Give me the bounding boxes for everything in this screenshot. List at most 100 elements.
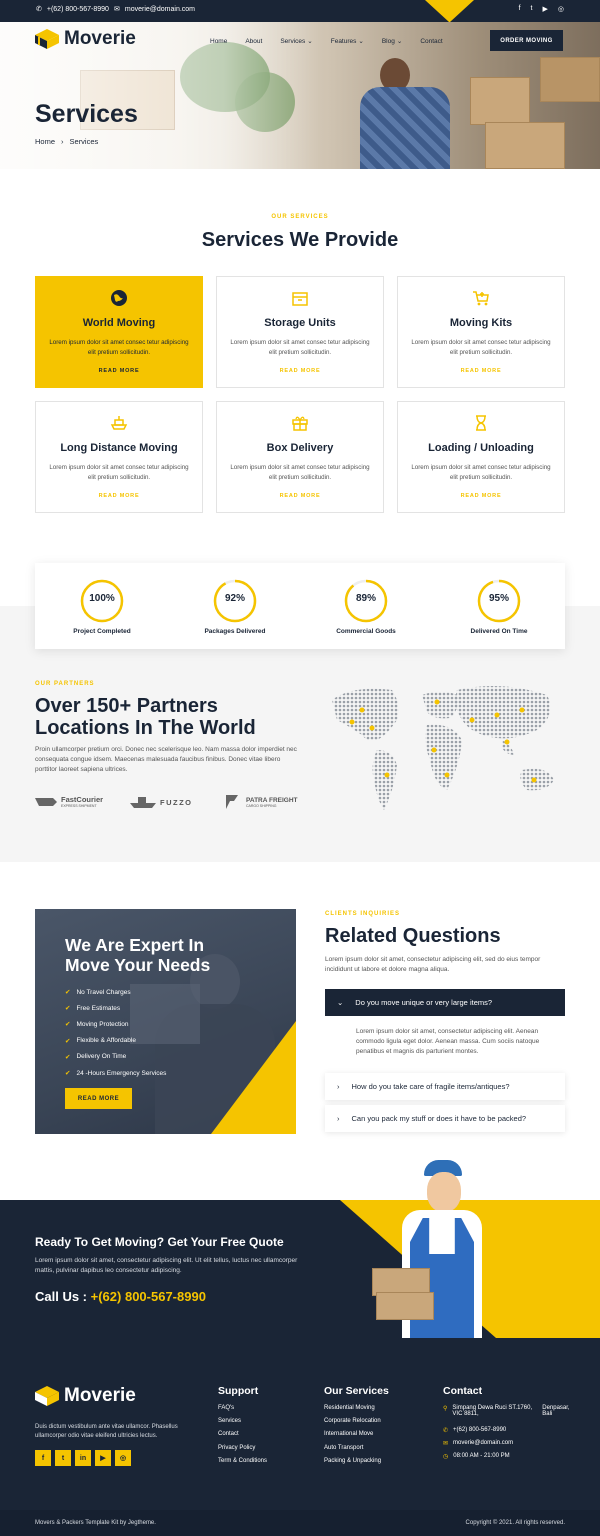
facebook-icon[interactable]: f: [519, 5, 521, 13]
topbar-phone[interactable]: ✆ +(62) 800-567-8990: [36, 5, 109, 14]
service-card[interactable]: World Moving Lorem ipsum dolor sit amet …: [35, 276, 203, 388]
instagram-icon[interactable]: ◎: [115, 1450, 131, 1466]
chevron-down-icon: ⌄: [396, 38, 403, 45]
phone-icon: ✆: [443, 1428, 449, 1434]
footer-link[interactable]: International Move: [324, 1431, 381, 1444]
footer-link[interactable]: Privacy Policy: [218, 1445, 267, 1458]
chevron-right-icon: ›: [61, 137, 64, 146]
partner-logo-patra[interactable]: PATRA FREIGHT CARGO SHIPPING: [224, 795, 298, 809]
twitter-icon[interactable]: t: [531, 5, 533, 13]
faq-question[interactable]: › How do you take care of fragile items/…: [325, 1073, 565, 1100]
services-eyebrow: OUR SERVICES: [271, 214, 329, 220]
footer-support-list: FAQ's Services Contact Privacy Policy Te…: [218, 1405, 267, 1471]
footer-support-title: Support: [218, 1385, 259, 1397]
patra-logo-icon: [226, 795, 238, 809]
footer-logo[interactable]: Moverie: [35, 1385, 136, 1407]
service-card[interactable]: Loading / Unloading Lorem ipsum dolor si…: [397, 401, 565, 513]
stat-item: 92% Packages Delivered: [185, 579, 285, 635]
nav-contact[interactable]: Contact: [420, 37, 442, 45]
partner-logo-fastcourier[interactable]: FastCourier EXPRESS SHIPMENT: [35, 795, 103, 808]
order-moving-button[interactable]: ORDER MOVING: [490, 30, 563, 51]
footer-about: Duis dictum vestibulum ante vitae ullamc…: [35, 1424, 178, 1439]
location-pin-icon: ⚲: [443, 1406, 448, 1412]
clock-icon: ◷: [443, 1454, 449, 1461]
check-icon: ✔: [65, 1005, 71, 1013]
nav-blog[interactable]: Blog ⌄: [382, 37, 403, 46]
breadcrumb-home[interactable]: Home: [35, 137, 55, 146]
footer-link[interactable]: FAQ's: [218, 1405, 267, 1418]
footer-email[interactable]: ✉ moverie@domain.com: [443, 1440, 573, 1453]
footer-address: ⚲ Simpang Dewa Ruci ST.1760, VIC 8811, De…: [443, 1405, 570, 1417]
nav-services[interactable]: Services ⌄: [280, 37, 313, 46]
partners-text: Proin ullamcorper pretium orci. Donec ne…: [35, 746, 297, 773]
topbar-email[interactable]: ✉ moverie@domain.com: [114, 5, 195, 14]
partners-title: Over 150+ Partners Locations In The Worl…: [35, 695, 256, 739]
faq-question-open[interactable]: ⌄ Do you move unique or very large items…: [325, 989, 565, 1016]
cta-call[interactable]: Call Us : +(62) 800-567-8990: [35, 1289, 206, 1304]
gift-icon: [291, 414, 309, 432]
feature-item: ✔ Free Estimates: [65, 1004, 121, 1013]
service-card[interactable]: Moving Kits Lorem ipsum dolor sit amet c…: [397, 276, 565, 388]
footer-link[interactable]: Services: [218, 1418, 267, 1431]
stats-panel: 100% Project Completed 92% Packages Deli…: [35, 563, 565, 649]
nav-about[interactable]: About: [245, 37, 262, 45]
chevron-down-icon: ⌄: [307, 38, 313, 45]
footer-link[interactable]: Contact: [218, 1431, 267, 1444]
read-more-link[interactable]: READ MORE: [217, 368, 383, 374]
footer-contact-title: Contact: [443, 1385, 483, 1397]
cart-icon: [472, 289, 490, 307]
topbar-social: f t ▶ ◎: [519, 5, 564, 13]
check-icon: ✔: [65, 1037, 71, 1045]
globe-icon: [110, 289, 128, 307]
mail-icon: ✉: [114, 6, 120, 13]
ship-logo-icon: [130, 797, 156, 808]
logo-icon: [35, 1386, 59, 1406]
faq-intro: Lorem ipsum dolor sit amet, consectetur …: [325, 956, 541, 973]
logo-icon: [35, 29, 59, 49]
read-more-link[interactable]: READ MORE: [36, 493, 202, 499]
footer-hours: ◷ 08:00 AM - 21:00 PM: [443, 1453, 510, 1461]
service-card[interactable]: Long Distance Moving Lorem ipsum dolor s…: [35, 401, 203, 513]
youtube-icon[interactable]: ▶: [543, 5, 548, 13]
read-more-link[interactable]: READ MORE: [36, 368, 202, 374]
facebook-icon[interactable]: f: [35, 1450, 51, 1466]
footer-link[interactable]: Auto Transport: [324, 1445, 381, 1458]
footer-services-list: Residential Moving Corporate Relocation …: [324, 1405, 381, 1471]
chevron-down-icon: ⌄: [358, 38, 364, 45]
footer-link[interactable]: Packing & Unpacking: [324, 1458, 381, 1471]
footer-services-title: Our Services: [324, 1385, 389, 1397]
instagram-icon[interactable]: ◎: [558, 5, 564, 13]
mover-photo: [372, 1160, 492, 1338]
expert-title: We Are Expert In Move Your Needs: [65, 935, 211, 975]
chevron-right-icon: ›: [337, 1114, 340, 1123]
footer-social: f t in ▶ ◎: [35, 1450, 131, 1466]
ship-icon: [110, 414, 128, 432]
footer-link[interactable]: Term & Conditions: [218, 1458, 267, 1471]
service-card[interactable]: Storage Units Lorem ipsum dolor sit amet…: [216, 276, 384, 388]
feature-item: ✔ No Travel Charges: [65, 988, 131, 997]
mail-icon: ✉: [443, 1441, 449, 1448]
faq-question[interactable]: › Can you pack my stuff or does it have …: [325, 1105, 565, 1132]
service-card[interactable]: Box Delivery Lorem ipsum dolor sit amet …: [216, 401, 384, 513]
feature-item: ✔ Flexible & Affordable: [65, 1037, 136, 1045]
brand-logo[interactable]: Moverie: [35, 28, 136, 50]
footer-phone[interactable]: ✆ +(62) 800-567-8990: [443, 1427, 573, 1440]
hourglass-icon: [472, 414, 490, 432]
feature-item: ✔ 24 -Hours Emergency Services: [65, 1069, 167, 1078]
footer-credit: Movers & Packers Template Kit by Jegthem…: [35, 1520, 156, 1526]
linkedin-icon[interactable]: in: [75, 1450, 91, 1466]
check-icon: ✔: [65, 1070, 71, 1078]
cta-text: Lorem ipsum dolor sit amet, consectetur …: [35, 1257, 298, 1274]
youtube-icon[interactable]: ▶: [95, 1450, 111, 1466]
footer-link[interactable]: Corporate Relocation: [324, 1418, 381, 1431]
read-more-link[interactable]: READ MORE: [398, 493, 564, 499]
footer-link[interactable]: Residential Moving: [324, 1405, 381, 1418]
services-title: Services We Provide: [201, 229, 399, 251]
nav-features[interactable]: Features ⌄: [331, 37, 364, 46]
read-more-link[interactable]: READ MORE: [398, 368, 564, 374]
twitter-icon[interactable]: t: [55, 1450, 71, 1466]
partner-logo-fuzzo[interactable]: FUZZO: [130, 795, 193, 809]
nav-home[interactable]: Home: [210, 37, 227, 45]
read-more-link[interactable]: READ MORE: [217, 493, 383, 499]
read-more-button[interactable]: READ MORE: [65, 1088, 132, 1109]
